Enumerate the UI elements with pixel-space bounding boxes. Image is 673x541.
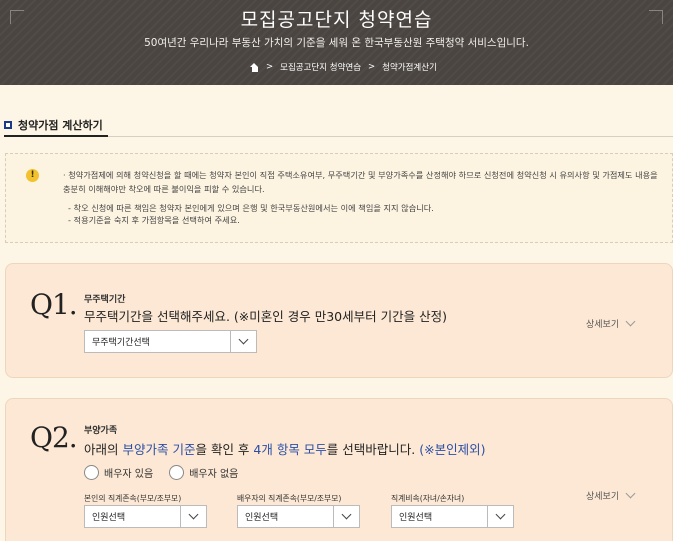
chevron-down-icon [238,334,249,345]
field-label: 직계비속(자녀/손자녀) [391,494,465,503]
detail-toggle-button[interactable]: 상세보기 [586,316,636,330]
chevron-down-icon [495,509,506,520]
detail-toggle-button[interactable]: 상세보기 [586,488,636,502]
radio-circle[interactable] [84,465,99,480]
tab-calculator[interactable]: 청약가점 계산하기 [4,117,103,133]
question-card-q1: Q1. 무주택기간 무주택기간을 선택해주세요. (※미혼인 경우 만30세부터… [5,263,673,378]
warning-icon: ! [26,169,39,182]
question-number: Q2. [30,421,78,454]
tab-divider [108,136,673,137]
question-label: 부양가족 [84,426,118,436]
homeless-period-select[interactable]: 무주택기간선택 [84,330,257,353]
notice-text: · 청약가점제에 의해 청약신청을 할 때에는 청약자 본인이 직접 주택소유여… [63,170,658,194]
select-value: 무주택기간선택 [92,338,150,348]
breadcrumb-item-current[interactable]: 청약가점계산기 [382,61,437,73]
descendants-select[interactable]: 인원선택 [391,505,514,528]
page-hero: 모집공고단지 청약연습 50여년간 우리나라 부동산 가치의 기준을 세워 온 … [0,0,673,85]
tab-label: 청약가점 계산하기 [18,119,103,132]
detail-label: 상세보기 [586,320,620,330]
page-subtitle: 50여년간 우리나라 부동산 가치의 기준을 세워 온 한국부동산원 주택청약 … [144,37,529,49]
notice-text: - 적용기준을 숙지 후 가점항목을 선택하여 주세요. [68,215,240,225]
spouse-ancestors-select[interactable]: 인원선택 [237,505,360,528]
radio-spouse-no[interactable]: 배우자 없음 [169,465,238,480]
field-label: 본인의 직계존속(부모/조부모) [84,494,182,503]
chevron-down-icon [625,316,636,327]
chevron-down-icon [188,509,199,520]
notice-box: ! · 청약가점제에 의해 청약신청을 할 때에는 청약자 본인이 직접 주택소… [5,153,673,243]
chevron-down-icon [625,488,636,499]
question-card-q2: Q2. 부양가족 아래의 부양가족 기준을 확인 후 4개 항목 모두를 선택바… [5,398,673,541]
own-ancestors-select[interactable]: 인원선택 [84,505,207,528]
page-title: 모집공고단지 청약연습 [240,9,433,31]
question-label: 무주택기간 [84,295,126,305]
question-text: 아래의 부양가족 기준을 확인 후 4개 항목 모두를 선택바랍니다. (※본인… [84,442,486,457]
detail-label: 상세보기 [586,492,620,502]
question-number: Q1. [30,288,78,321]
breadcrumb-item[interactable]: 모집공고단지 청약연습 [280,61,361,73]
field-label: 배우자의 직계존속(부모/조부모) [237,494,342,503]
question-text: 무주택기간을 선택해주세요. (※미혼인 경우 만30세부터 기간을 산정) [84,309,447,324]
chevron-down-icon [341,509,352,520]
home-icon[interactable] [250,62,259,72]
tab-underline [4,135,108,137]
square-bullet-icon [4,121,12,129]
spouse-radio-group: 배우자 있음 배우자 없음 [84,465,238,480]
radio-circle[interactable] [169,465,185,480]
radio-spouse-yes[interactable]: 배우자 있음 [84,465,153,480]
breadcrumb: > 모집공고단지 청약연습 > 청약가점계산기 [250,61,437,73]
